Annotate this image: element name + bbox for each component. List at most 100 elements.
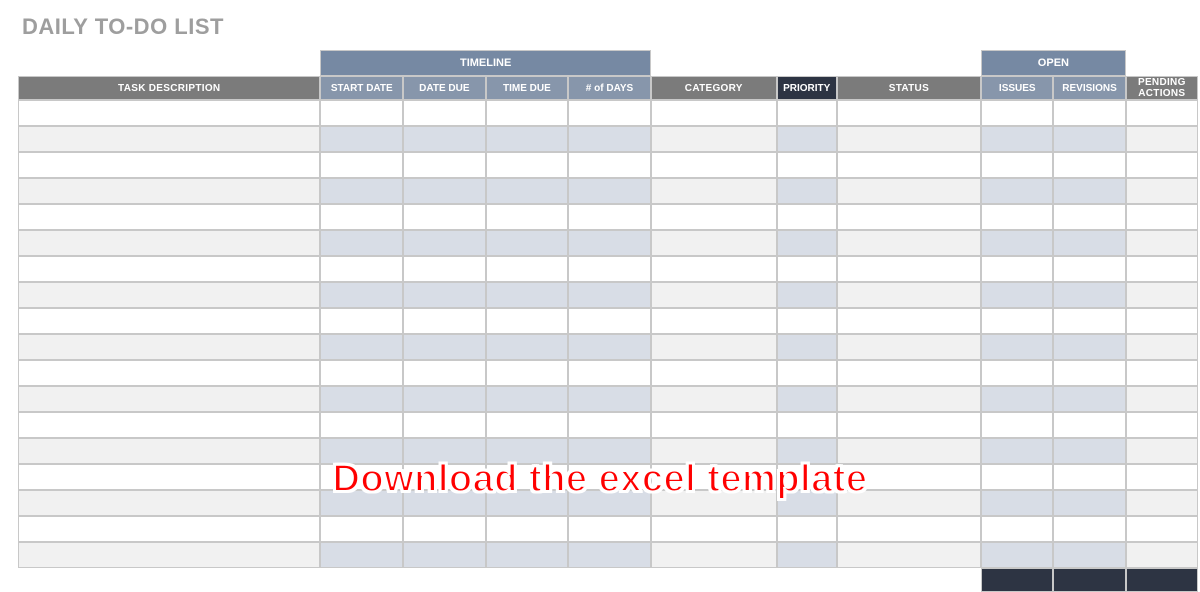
cell-category[interactable]	[651, 490, 777, 516]
cell-issues[interactable]	[981, 386, 1053, 412]
cell-days[interactable]	[568, 490, 651, 516]
cell-status[interactable]	[837, 490, 982, 516]
cell-issues[interactable]	[981, 438, 1053, 464]
cell-date_due[interactable]	[403, 464, 486, 490]
cell-days[interactable]	[568, 178, 651, 204]
cell-priority[interactable]	[777, 386, 837, 412]
cell-status[interactable]	[837, 516, 982, 542]
cell-time_due[interactable]	[486, 152, 569, 178]
cell-issues[interactable]	[981, 334, 1053, 360]
cell-start_date[interactable]	[320, 152, 403, 178]
cell-category[interactable]	[651, 542, 777, 568]
cell-revisions[interactable]	[1053, 256, 1125, 282]
cell-days[interactable]	[568, 360, 651, 386]
cell-priority[interactable]	[777, 464, 837, 490]
cell-date_due[interactable]	[403, 282, 486, 308]
cell-status[interactable]	[837, 334, 982, 360]
cell-revisions[interactable]	[1053, 230, 1125, 256]
cell-date_due[interactable]	[403, 334, 486, 360]
cell-priority[interactable]	[777, 126, 837, 152]
cell-pending[interactable]	[1126, 334, 1198, 360]
cell-category[interactable]	[651, 204, 777, 230]
cell-time_due[interactable]	[486, 256, 569, 282]
cell-time_due[interactable]	[486, 542, 569, 568]
cell-pending[interactable]	[1126, 438, 1198, 464]
cell-pending[interactable]	[1126, 386, 1198, 412]
cell-start_date[interactable]	[320, 438, 403, 464]
cell-issues[interactable]	[981, 464, 1053, 490]
cell-status[interactable]	[837, 100, 982, 126]
cell-revisions[interactable]	[1053, 438, 1125, 464]
cell-issues[interactable]	[981, 542, 1053, 568]
cell-status[interactable]	[837, 204, 982, 230]
cell-status[interactable]	[837, 256, 982, 282]
cell-pending[interactable]	[1126, 256, 1198, 282]
cell-time_due[interactable]	[486, 386, 569, 412]
cell-status[interactable]	[837, 308, 982, 334]
cell-days[interactable]	[568, 308, 651, 334]
cell-pending[interactable]	[1126, 178, 1198, 204]
cell-revisions[interactable]	[1053, 282, 1125, 308]
cell-days[interactable]	[568, 438, 651, 464]
cell-task[interactable]	[18, 126, 320, 152]
cell-start_date[interactable]	[320, 516, 403, 542]
cell-task[interactable]	[18, 438, 320, 464]
cell-category[interactable]	[651, 360, 777, 386]
cell-issues[interactable]	[981, 308, 1053, 334]
cell-issues[interactable]	[981, 100, 1053, 126]
cell-priority[interactable]	[777, 542, 837, 568]
cell-category[interactable]	[651, 412, 777, 438]
cell-time_due[interactable]	[486, 100, 569, 126]
cell-days[interactable]	[568, 386, 651, 412]
cell-issues[interactable]	[981, 490, 1053, 516]
cell-task[interactable]	[18, 334, 320, 360]
cell-pending[interactable]	[1126, 282, 1198, 308]
cell-issues[interactable]	[981, 256, 1053, 282]
cell-days[interactable]	[568, 282, 651, 308]
cell-days[interactable]	[568, 152, 651, 178]
cell-category[interactable]	[651, 464, 777, 490]
cell-time_due[interactable]	[486, 126, 569, 152]
cell-status[interactable]	[837, 412, 982, 438]
cell-time_due[interactable]	[486, 204, 569, 230]
cell-time_due[interactable]	[486, 308, 569, 334]
cell-issues[interactable]	[981, 412, 1053, 438]
cell-task[interactable]	[18, 230, 320, 256]
cell-status[interactable]	[837, 230, 982, 256]
cell-date_due[interactable]	[403, 152, 486, 178]
cell-start_date[interactable]	[320, 178, 403, 204]
cell-category[interactable]	[651, 178, 777, 204]
cell-priority[interactable]	[777, 334, 837, 360]
cell-pending[interactable]	[1126, 490, 1198, 516]
cell-date_due[interactable]	[403, 100, 486, 126]
cell-category[interactable]	[651, 386, 777, 412]
cell-date_due[interactable]	[403, 360, 486, 386]
cell-pending[interactable]	[1126, 542, 1198, 568]
cell-revisions[interactable]	[1053, 308, 1125, 334]
cell-pending[interactable]	[1126, 516, 1198, 542]
cell-date_due[interactable]	[403, 516, 486, 542]
cell-task[interactable]	[18, 282, 320, 308]
cell-time_due[interactable]	[486, 438, 569, 464]
cell-category[interactable]	[651, 256, 777, 282]
cell-days[interactable]	[568, 516, 651, 542]
cell-task[interactable]	[18, 308, 320, 334]
cell-start_date[interactable]	[320, 360, 403, 386]
cell-start_date[interactable]	[320, 100, 403, 126]
cell-time_due[interactable]	[486, 490, 569, 516]
cell-days[interactable]	[568, 464, 651, 490]
cell-time_due[interactable]	[486, 464, 569, 490]
cell-category[interactable]	[651, 438, 777, 464]
cell-priority[interactable]	[777, 282, 837, 308]
cell-days[interactable]	[568, 100, 651, 126]
cell-task[interactable]	[18, 178, 320, 204]
cell-category[interactable]	[651, 516, 777, 542]
cell-pending[interactable]	[1126, 308, 1198, 334]
cell-pending[interactable]	[1126, 360, 1198, 386]
cell-issues[interactable]	[981, 360, 1053, 386]
cell-date_due[interactable]	[403, 230, 486, 256]
cell-start_date[interactable]	[320, 282, 403, 308]
cell-start_date[interactable]	[320, 308, 403, 334]
cell-task[interactable]	[18, 204, 320, 230]
cell-revisions[interactable]	[1053, 412, 1125, 438]
